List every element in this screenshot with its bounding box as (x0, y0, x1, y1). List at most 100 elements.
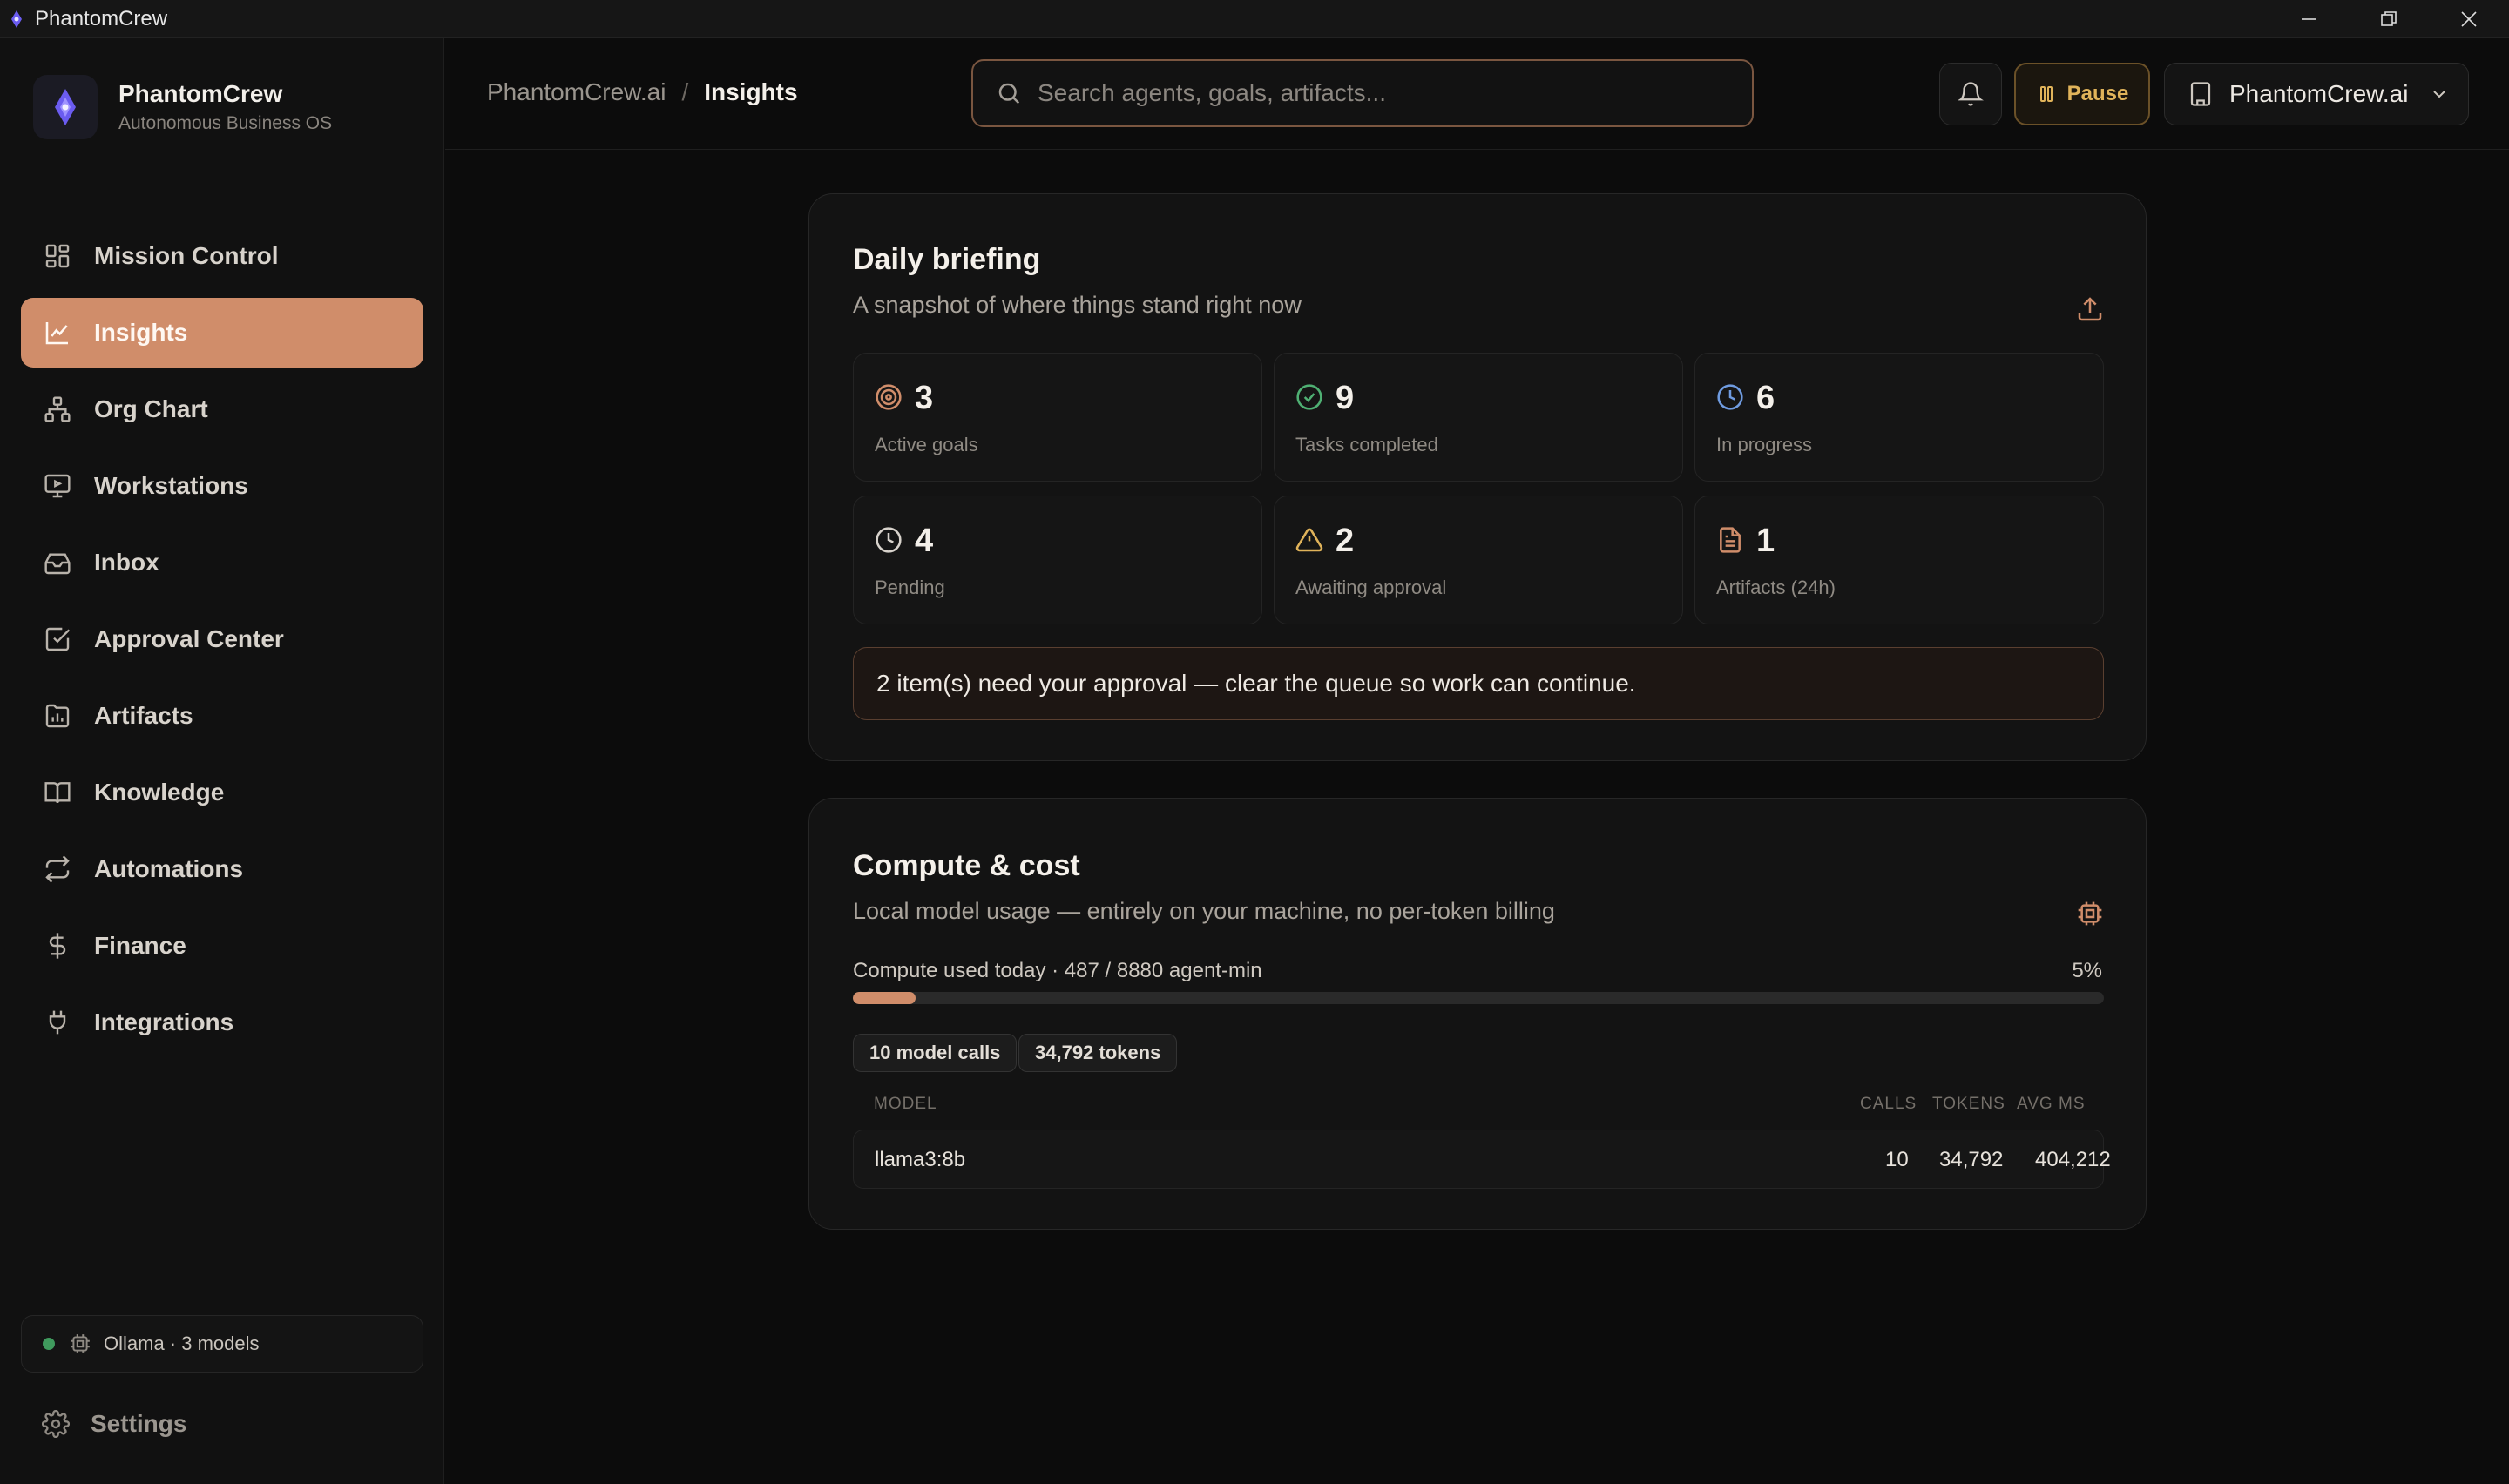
check-circle-icon (1295, 383, 1323, 411)
sidebar-item-artifacts[interactable]: Artifacts (21, 681, 423, 751)
clock-icon (875, 526, 903, 554)
cell-model: llama3:8b (875, 1148, 966, 1171)
window-title: PhantomCrew (35, 6, 168, 30)
cpu-icon (2076, 900, 2104, 928)
sidebar-item-finance[interactable]: Finance (21, 911, 423, 981)
sidebar-item-label: Org Chart (94, 395, 208, 422)
stat-value: 9 (1336, 380, 1355, 416)
chart-line-icon (42, 317, 73, 348)
sidebar-item-automations[interactable]: Automations (21, 834, 423, 904)
cell-calls: 10 (1885, 1148, 1909, 1171)
table-row[interactable]: llama3:8b 10 34,792 404,212 (853, 1130, 2111, 1189)
search-box[interactable] (971, 59, 1754, 127)
compute-usage-label: Compute used today · 487 / 8880 agent-mi… (853, 959, 1262, 982)
sidebar-item-label: Insights (94, 319, 188, 346)
minimize-button[interactable] (2269, 0, 2349, 38)
breadcrumb: PhantomCrew.ai / Insights (487, 78, 798, 106)
window-controls (2269, 0, 2509, 38)
inbox-icon (42, 547, 73, 578)
sidebar-item-mission-control[interactable]: Mission Control (21, 221, 423, 291)
sidebar-item-label: Approval Center (94, 625, 284, 652)
compute-title: Compute & cost (853, 849, 1080, 882)
model-status-pill[interactable]: Ollama · 3 models (21, 1315, 423, 1373)
settings-label: Settings (91, 1410, 187, 1437)
sidebar-item-settings[interactable]: Settings (21, 1393, 423, 1454)
stat-in-progress[interactable]: 6 In progress (1694, 353, 2104, 482)
minimize-icon (2302, 18, 2316, 20)
bell-icon (1958, 81, 1984, 107)
sidebar-item-workstations[interactable]: Workstations (21, 451, 423, 521)
sidebar-item-label: Artifacts (94, 702, 193, 729)
compute-progress-fill (853, 992, 916, 1004)
approval-alert-banner[interactable]: 2 item(s) need your approval — clear the… (853, 647, 2104, 720)
sidebar-item-approval-center[interactable]: Approval Center (21, 604, 423, 674)
upload-icon (2076, 295, 2104, 323)
org-chart-icon (42, 394, 73, 425)
document-icon (1716, 526, 1744, 554)
pause-button[interactable]: Pause (2014, 63, 2150, 125)
pause-label: Pause (2066, 82, 2129, 105)
sidebar-item-label: Finance (94, 932, 186, 959)
grid-icon (42, 240, 73, 272)
cell-tokens: 34,792 (1939, 1148, 2004, 1171)
stat-value: 2 (1336, 523, 1355, 559)
breadcrumb-root-link[interactable]: PhantomCrew.ai (487, 78, 666, 106)
sidebar-item-integrations[interactable]: Integrations (21, 988, 423, 1057)
brand[interactable]: PhantomCrew Autonomous Business OS (33, 75, 332, 139)
restore-icon (2381, 11, 2397, 26)
window-titlebar: PhantomCrew (0, 0, 2509, 38)
brand-subtitle: Autonomous Business OS (118, 113, 333, 133)
stat-label: Artifacts (24h) (1716, 577, 1836, 598)
pause-icon (2036, 83, 2057, 105)
stat-tasks-completed[interactable]: 9 Tasks completed (1274, 353, 1683, 482)
status-dot (43, 1338, 55, 1350)
sidebar-item-inbox[interactable]: Inbox (21, 528, 423, 597)
search-input[interactable] (1038, 79, 1700, 107)
sidebar-item-org-chart[interactable]: Org Chart (21, 374, 423, 444)
book-icon (42, 777, 73, 808)
approval-alert-text: 2 item(s) need your approval — clear the… (876, 670, 1636, 697)
stat-label: Pending (875, 577, 945, 598)
stat-artifacts-24h[interactable]: 1 Artifacts (24h) (1694, 496, 2104, 624)
compute-subtitle: Local model usage — entirely on your mac… (853, 898, 1555, 924)
chevron-down-icon (2429, 84, 2450, 105)
compute-progress-bar (853, 992, 2104, 1004)
brand-name: PhantomCrew (118, 80, 283, 107)
breadcrumb-current: Insights (704, 78, 798, 105)
breadcrumb-separator: / (681, 78, 689, 105)
export-button[interactable] (2076, 295, 2104, 323)
notifications-button[interactable] (1939, 63, 2002, 125)
stat-active-goals[interactable]: 3 Active goals (853, 353, 1262, 482)
close-window-button[interactable] (2429, 0, 2509, 38)
sidebar-item-insights[interactable]: Insights (21, 298, 423, 368)
model-calls-chip: 10 model calls (853, 1034, 1018, 1072)
workspace-switcher[interactable]: PhantomCrew.ai (2164, 63, 2469, 125)
briefing-title: Daily briefing (853, 243, 1041, 276)
stat-pending[interactable]: 4 Pending (853, 496, 1262, 624)
sidebar-item-knowledge[interactable]: Knowledge (21, 758, 423, 827)
warning-icon (1295, 526, 1323, 554)
plug-icon (42, 1007, 73, 1038)
top-header: PhantomCrew.ai / Insights Pause PhantomC… (445, 38, 2509, 150)
repeat-icon (42, 853, 73, 885)
clock-icon (1716, 383, 1744, 411)
stat-label: Awaiting approval (1295, 577, 1447, 598)
cpu-icon (69, 1332, 91, 1355)
briefing-subtitle: A snapshot of where things stand right n… (853, 292, 1302, 318)
app-logo-icon (7, 10, 26, 29)
compute-usage-percent: 5% (2072, 959, 2102, 982)
stat-value: 3 (915, 380, 934, 416)
stat-awaiting-approval[interactable]: 2 Awaiting approval (1274, 496, 1683, 624)
model-status-text: Ollama · 3 models (104, 1332, 260, 1354)
stat-label: Tasks completed (1295, 434, 1438, 455)
building-icon (2188, 81, 2214, 107)
brand-logo-icon (33, 75, 98, 139)
stat-label: In progress (1716, 434, 1813, 455)
stat-value: 6 (1756, 380, 1775, 416)
checkbox-icon (42, 624, 73, 655)
compute-cost-card: Compute & cost Local model usage — entir… (808, 798, 2147, 1230)
restore-button[interactable] (2349, 0, 2429, 38)
compute-settings-button[interactable] (2076, 900, 2104, 928)
column-header-avg-ms: AVG MS (2017, 1095, 2086, 1113)
target-icon (875, 383, 903, 411)
